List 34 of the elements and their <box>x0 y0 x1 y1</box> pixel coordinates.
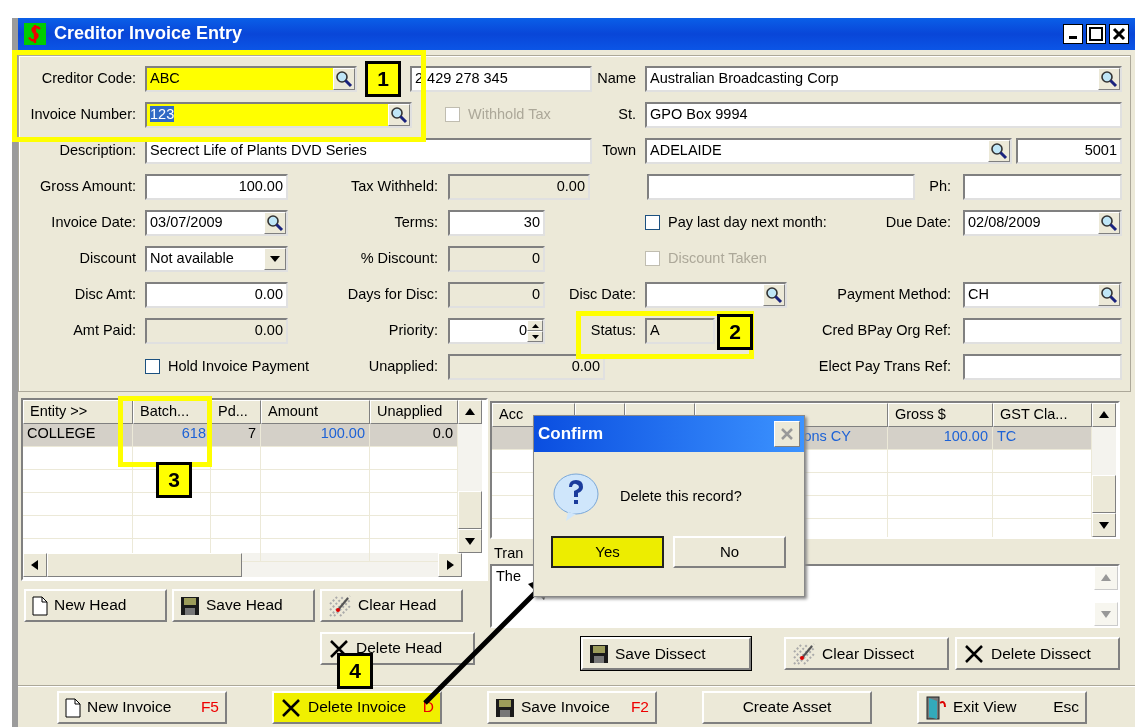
field-label: Due Date: <box>884 214 952 232</box>
field-label: % Discount: <box>359 250 439 268</box>
field-label: Payment Method: <box>836 286 952 304</box>
field-label: Name <box>596 70 637 88</box>
field-label: Cred BPay Org Ref: <box>821 322 952 340</box>
field-label: Town <box>601 142 637 160</box>
field-label: Unapplied: <box>367 358 439 376</box>
field-label: Disc Date: <box>568 286 637 304</box>
field-label: Priority: <box>387 322 439 340</box>
field-label: Creditor Code: <box>40 70 137 88</box>
dialog-message: Delete this record? <box>620 488 742 506</box>
field-label: Days for Disc: <box>346 286 439 304</box>
field-label: Elect Pay Trans Ref: <box>817 358 952 376</box>
field-label: St. <box>617 106 637 124</box>
field-label: Invoice Date: <box>50 214 137 232</box>
callout-badge: 2 <box>717 314 753 350</box>
field-label: Status: <box>589 322 637 340</box>
callout-badge: 1 <box>365 61 401 97</box>
field-label: Tax Withheld: <box>349 178 439 196</box>
field-label: Terms: <box>393 214 439 232</box>
checkbox: Discount Taken <box>645 250 790 268</box>
callout-badge: 4 <box>337 653 373 689</box>
window-title: Creditor Invoice Entry <box>54 23 243 45</box>
field-label: Gross Amount: <box>39 178 137 196</box>
field-label: Discount <box>78 250 137 268</box>
field-label: Amt Paid: <box>72 322 137 340</box>
field-label: Ph: <box>928 178 952 196</box>
memo-label: Tran <box>494 545 524 563</box>
checkbox: Withhold Tax <box>445 106 575 124</box>
field-label: Invoice Number: <box>29 106 137 124</box>
dialog-title: Confirm <box>538 423 604 445</box>
field-label: Description: <box>58 142 137 160</box>
callout-badge: 3 <box>156 462 192 498</box>
field-label: Disc Amt: <box>73 286 137 304</box>
